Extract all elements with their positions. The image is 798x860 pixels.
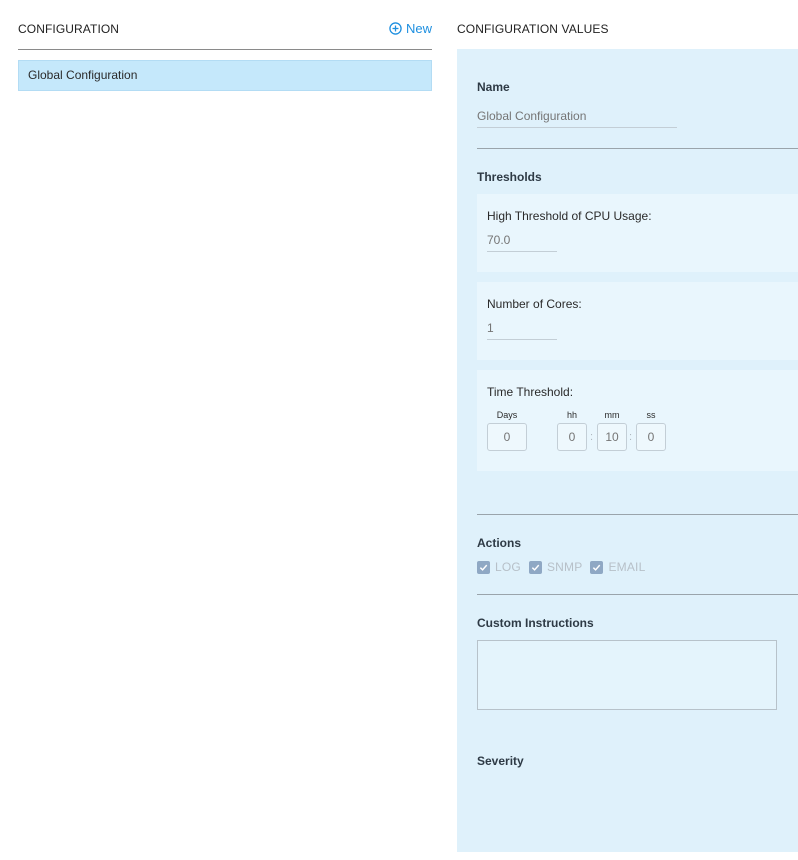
hours-input[interactable] — [557, 423, 587, 451]
custom-instructions-textarea[interactable] — [477, 640, 777, 710]
actions-checkbox-group: LOG SNMP EMAIL — [477, 560, 653, 574]
minutes-input[interactable] — [597, 423, 627, 451]
days-input[interactable] — [487, 423, 527, 451]
custom-instructions-label: Custom Instructions — [477, 616, 594, 630]
seconds-label: ss — [646, 410, 656, 420]
actions-label: Actions — [477, 536, 522, 550]
number-of-cores-label: Number of Cores: — [487, 297, 582, 311]
new-configuration-button[interactable]: New — [389, 21, 432, 36]
name-label: Name — [477, 80, 510, 94]
number-of-cores-card: Number of Cores: — [477, 282, 798, 360]
hours-label: hh — [566, 410, 577, 420]
divider — [477, 594, 798, 595]
configuration-values-panel: Name Thresholds High Threshold of CPU Us… — [457, 49, 798, 852]
configuration-list-header: CONFIGURATION New — [18, 20, 432, 50]
action-log-checkbox[interactable]: LOG — [477, 560, 521, 574]
checkbox-label: SNMP — [546, 560, 583, 574]
severity-label: Severity — [477, 754, 524, 768]
thresholds-label: Thresholds — [477, 170, 542, 184]
time-separator: : — [629, 431, 633, 443]
name-input[interactable] — [477, 105, 677, 128]
cpu-threshold-card: High Threshold of CPU Usage: — [477, 194, 798, 272]
list-item-label: Global Configuration — [28, 68, 138, 82]
checkbox-label: EMAIL — [608, 560, 646, 574]
action-email-checkbox[interactable]: EMAIL — [590, 560, 645, 574]
divider — [477, 514, 798, 515]
divider — [477, 148, 798, 149]
checkmark-icon — [477, 560, 490, 574]
time-threshold-label: Time Threshold: — [487, 385, 574, 399]
configuration-values-title: CONFIGURATION VALUES — [457, 22, 609, 36]
time-threshold-card: Time Threshold: Days hh mm ss : : — [477, 370, 798, 471]
configuration-list-title: CONFIGURATION — [18, 22, 120, 36]
cpu-threshold-label: High Threshold of CPU Usage: — [487, 209, 652, 223]
plus-circle-icon — [389, 22, 402, 35]
days-label: Days — [496, 410, 518, 420]
checkbox-label: LOG — [495, 560, 521, 574]
action-snmp-checkbox[interactable]: SNMP — [528, 560, 583, 574]
new-button-label: New — [405, 21, 432, 36]
list-item-global-configuration[interactable]: Global Configuration — [18, 60, 432, 91]
cpu-threshold-input[interactable] — [487, 229, 557, 252]
checkmark-icon — [528, 560, 542, 574]
seconds-input[interactable] — [636, 423, 666, 451]
minutes-label: mm — [604, 410, 620, 420]
time-separator: : — [590, 431, 594, 443]
number-of-cores-input[interactable] — [487, 317, 557, 340]
checkmark-icon — [590, 560, 604, 574]
